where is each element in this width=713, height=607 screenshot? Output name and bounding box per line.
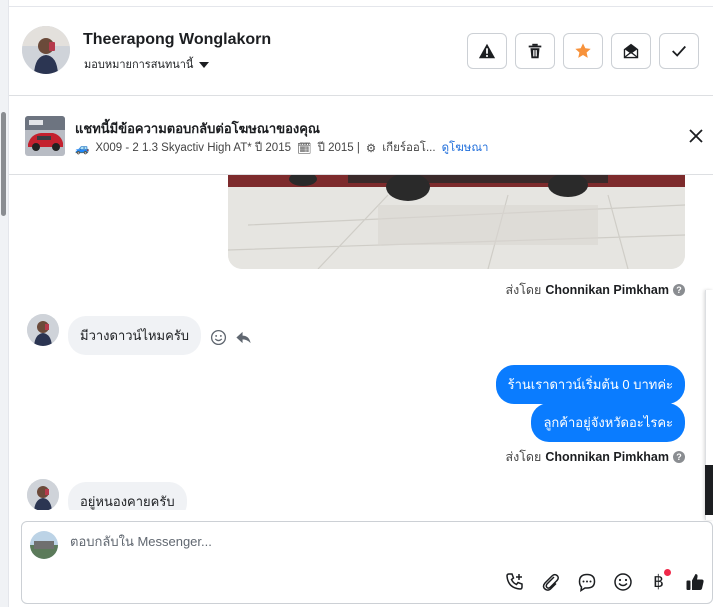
delete-button[interactable] [515, 33, 555, 69]
calendar-icon: 🗓 [297, 143, 312, 155]
message-actions [210, 329, 252, 346]
ad-gear-text: เกียร์ออโ... [382, 142, 436, 154]
agent-name: Chonnikan Pimkham [545, 450, 669, 464]
ad-banner-title: แชทนี้มีข้อความตอบกลับต่อโฆษณาของคุณ [75, 121, 320, 136]
sent-by-label: ส่งโดย Chonnikan Pimkham ? [505, 447, 685, 467]
mark-unread-button[interactable] [611, 33, 651, 69]
saved-replies-button[interactable] [573, 568, 600, 595]
message-thread[interactable]: ส่งโดย Chonnikan Pimkham ? มีวางดาวน์ไหม… [9, 175, 713, 510]
ad-year-text: ปี 2015 | [317, 142, 360, 154]
star-button[interactable] [563, 33, 603, 69]
contact-avatar-small[interactable] [27, 479, 59, 510]
outgoing-message[interactable]: ลูกค้าอยู่จังหวัดอะไรคะ [531, 403, 685, 442]
sent-by-prefix: ส่งโดย [505, 450, 542, 464]
car-icon: 🚙 [75, 143, 90, 155]
trash-icon [528, 43, 542, 59]
like-button[interactable] [681, 568, 708, 595]
chat-bubble-icon [578, 573, 595, 592]
view-ad-link[interactable]: ดูโฆษณา [442, 139, 489, 157]
conversation-header: Theerapong Wonglakorn มอบหมายการสนทนานี้ [9, 7, 713, 96]
call-button[interactable] [501, 568, 528, 595]
mark-done-button[interactable] [659, 33, 699, 69]
left-scroll-strip[interactable] [0, 0, 9, 607]
chevron-down-icon [199, 61, 210, 68]
contact-avatar[interactable] [22, 26, 70, 74]
warning-icon [478, 43, 496, 59]
emoji-icon [613, 572, 632, 591]
emoji-button[interactable] [609, 568, 636, 595]
side-panel-dark-block [705, 465, 713, 515]
report-spam-button[interactable] [467, 33, 507, 69]
car-photo-attachment[interactable] [228, 175, 685, 269]
baht-icon: ฿ [653, 571, 664, 592]
ad-reply-banner: แชทนี้มีข้อความตอบกลับต่อโฆษณาของคุณ 🚙 X… [9, 96, 713, 175]
outgoing-message[interactable]: ร้านเราดาวน์เริ่มต้น 0 บาทค่ะ [495, 365, 685, 404]
ad-thumbnail[interactable] [25, 116, 65, 156]
reply-arrow-icon[interactable] [235, 329, 252, 346]
incoming-message[interactable]: มีวางดาวน์ไหมครับ [68, 316, 202, 355]
side-panel-edge[interactable] [705, 290, 713, 520]
composer-toolbar: ฿ [501, 568, 708, 595]
react-smiley-icon[interactable] [210, 329, 227, 346]
contact-avatar-small[interactable] [27, 314, 59, 346]
agent-name: Chonnikan Pimkham [545, 283, 669, 297]
sent-by-prefix: ส่งโดย [505, 283, 542, 297]
page-avatar [30, 531, 58, 559]
help-icon[interactable]: ? [673, 284, 685, 296]
reply-input[interactable] [70, 534, 490, 549]
assign-label: มอบหมายการสนทนานี้ [84, 59, 194, 71]
phone-plus-icon [505, 572, 523, 590]
paperclip-icon [542, 573, 559, 591]
check-icon [672, 45, 686, 57]
incoming-message[interactable]: อยู่หนองคายครับ [68, 482, 187, 510]
thumbs-up-icon [686, 573, 704, 590]
star-icon [575, 43, 591, 58]
ad-model-text: X009 - 2 1.3 Skyactiv High AT* ปี 2015 [95, 142, 291, 154]
gear-icon: ⚙ [365, 143, 377, 155]
notification-dot [664, 569, 671, 576]
reply-composer: ฿ [21, 521, 713, 604]
payment-button[interactable]: ฿ [645, 568, 672, 595]
envelope-open-icon [623, 43, 639, 59]
help-icon[interactable]: ? [673, 451, 685, 463]
assign-conversation-dropdown[interactable]: มอบหมายการสนทนานี้ [84, 55, 210, 73]
contact-name[interactable]: Theerapong Wonglakorn [83, 31, 271, 49]
attach-button[interactable] [537, 568, 564, 595]
scrollbar-thumb[interactable] [1, 112, 6, 216]
ad-description: 🚙 X009 - 2 1.3 Skyactiv High AT* ปี 2015… [75, 139, 488, 157]
close-icon[interactable] [687, 127, 705, 145]
sent-by-label: ส่งโดย Chonnikan Pimkham ? [505, 280, 685, 300]
